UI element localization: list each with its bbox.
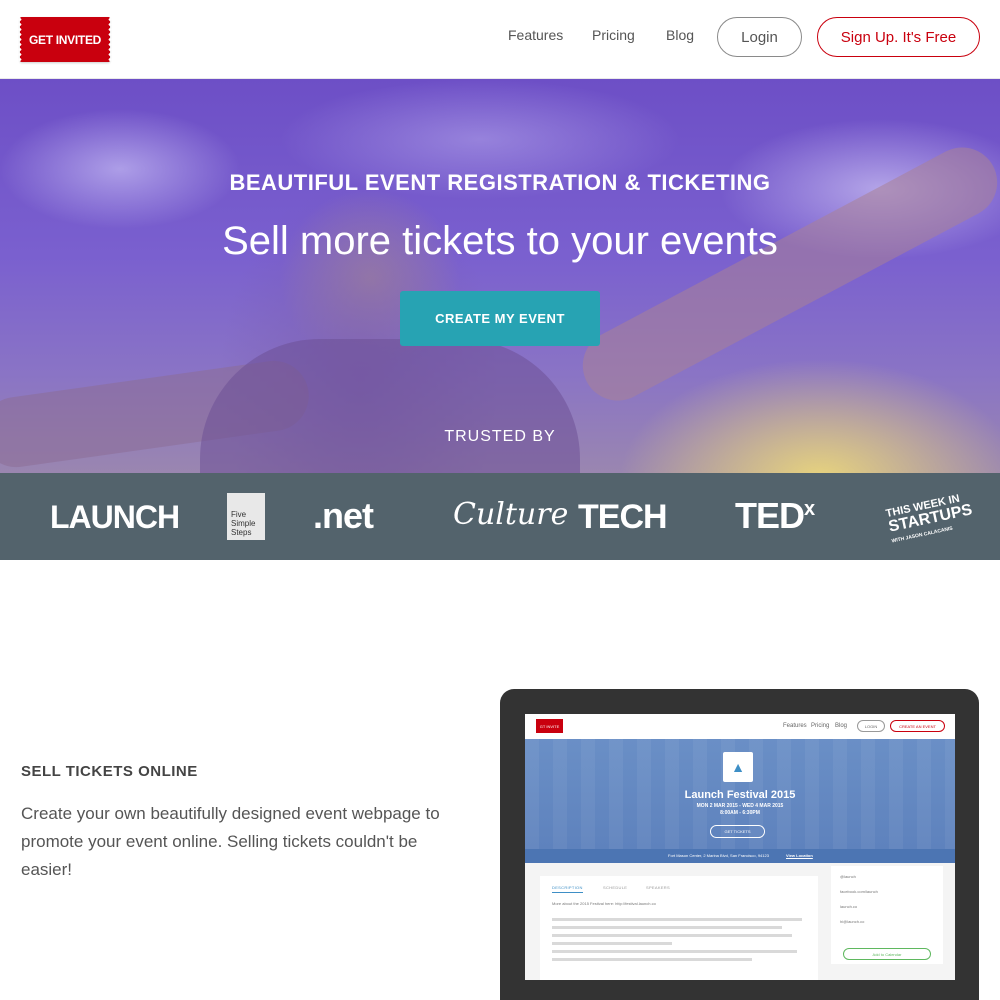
mockup-text-line [552,950,797,953]
fss-line1: Five [231,510,247,519]
mockup-tab-schedule: SCHEDULE [603,885,628,890]
mockup-tab-description: DESCRIPTION [552,885,583,893]
nav-features[interactable]: Features [508,27,563,43]
mockup-get-tickets-button: GET TICKETS [710,825,765,838]
hero-photo-person [200,339,580,473]
device-screen: GT INVITE Features Pricing Blog LOGIN CR… [525,714,955,980]
mockup-event-hero: ▲ Launch Festival 2015 MON 2 MAR 2015 - … [525,739,955,849]
create-my-event-button[interactable]: CREATE MY EVENT [400,291,600,346]
mockup-logo: GT INVITE [536,719,563,733]
hero-banner: BEAUTIFUL EVENT REGISTRATION & TICKETING… [0,79,1000,473]
this-week-in-startups-logo: THIS WEEK IN STARTUPS WITH JASON CALACAN… [885,491,977,548]
mockup-twitter: @launch [840,874,856,879]
mockup-text-line [552,918,802,921]
mockup-website: launch.co [840,904,858,909]
tedx-logo: TEDx [735,495,815,537]
mockup-login-button: LOGIN [857,720,885,732]
mockup-nav-pricing: Pricing [811,723,830,729]
logo-text: GET INVITED [28,32,102,47]
get-invited-logo[interactable]: GET INVITED [18,17,112,62]
login-button[interactable]: Login [717,17,802,57]
five-simple-steps-logo: Five Simple Steps [227,493,265,540]
culture-tech-logo-tech: TECH [578,498,668,536]
site-header: GET INVITED Features Pricing Blog Login … [0,0,1000,79]
section-text: Create your own beautifully designed eve… [21,804,440,879]
mockup-tab-speakers: SPEAKERS [646,885,670,890]
section-heading: SELL TICKETS ONLINE [21,763,198,780]
mockup-event-time: 8:00AM - 6:30PM [720,810,760,816]
trusted-by-label: TRUSTED BY [444,428,556,445]
dotnet-logo: .net [313,495,374,536]
rocket-icon: ▲ [723,752,753,782]
mockup-text-line [552,926,782,929]
mockup-header: GT INVITE Features Pricing Blog LOGIN CR… [525,714,955,739]
mockup-description-panel: DESCRIPTION SCHEDULE SPEAKERS More about… [540,876,818,980]
mockup-email: hi@launch.co [840,919,865,924]
hero-title: Sell more tickets to your events [222,219,778,263]
mockup-address: Fort Mason Center, 2 Marina Blvd, San Fr… [668,853,769,858]
tedx-main: TED [735,495,805,536]
client-logo-strip: LAUNCH Five Simple Steps .net Culture TE… [0,473,1000,560]
launch-logo: LAUNCH [50,499,180,535]
signup-button[interactable]: Sign Up. It's Free [817,17,980,57]
mockup-event-title: Launch Festival 2015 [684,789,796,801]
hero-subtitle: BEAUTIFUL EVENT REGISTRATION & TICKETING [229,170,771,195]
mockup-text-line [552,958,752,961]
mockup-text-line [552,942,672,945]
nav-blog[interactable]: Blog [666,27,694,43]
mockup-address-bar: Fort Mason Center, 2 Marina Blvd, San Fr… [525,849,955,863]
tedx-sup: x [804,498,815,520]
mockup-description-intro: More about the 2015 Festival here: http:… [552,901,656,906]
fss-line2: Simple [231,519,256,528]
device-mockup: GT INVITE Features Pricing Blog LOGIN CR… [500,689,979,1000]
culture-tech-logo-script: Culture [453,497,569,532]
mockup-nav-blog: Blog [835,723,848,729]
mockup-text-line [552,934,792,937]
nav-pricing[interactable]: Pricing [592,27,635,43]
mockup-event-date: MON 2 MAR 2015 - WED 4 MAR 2015 [696,803,784,809]
mockup-add-to-calendar-button: Add to Calendar [843,948,931,960]
mockup-nav-features: Features [783,723,807,729]
mockup-sidebar: @launch facebook.com/launch launch.co hi… [831,866,943,964]
mockup-create-event-button: CREATE AN EVENT [890,720,945,732]
mockup-facebook: facebook.com/launch [840,889,878,894]
fss-line3: Steps [231,528,252,537]
mockup-view-location: View Location [786,853,813,858]
